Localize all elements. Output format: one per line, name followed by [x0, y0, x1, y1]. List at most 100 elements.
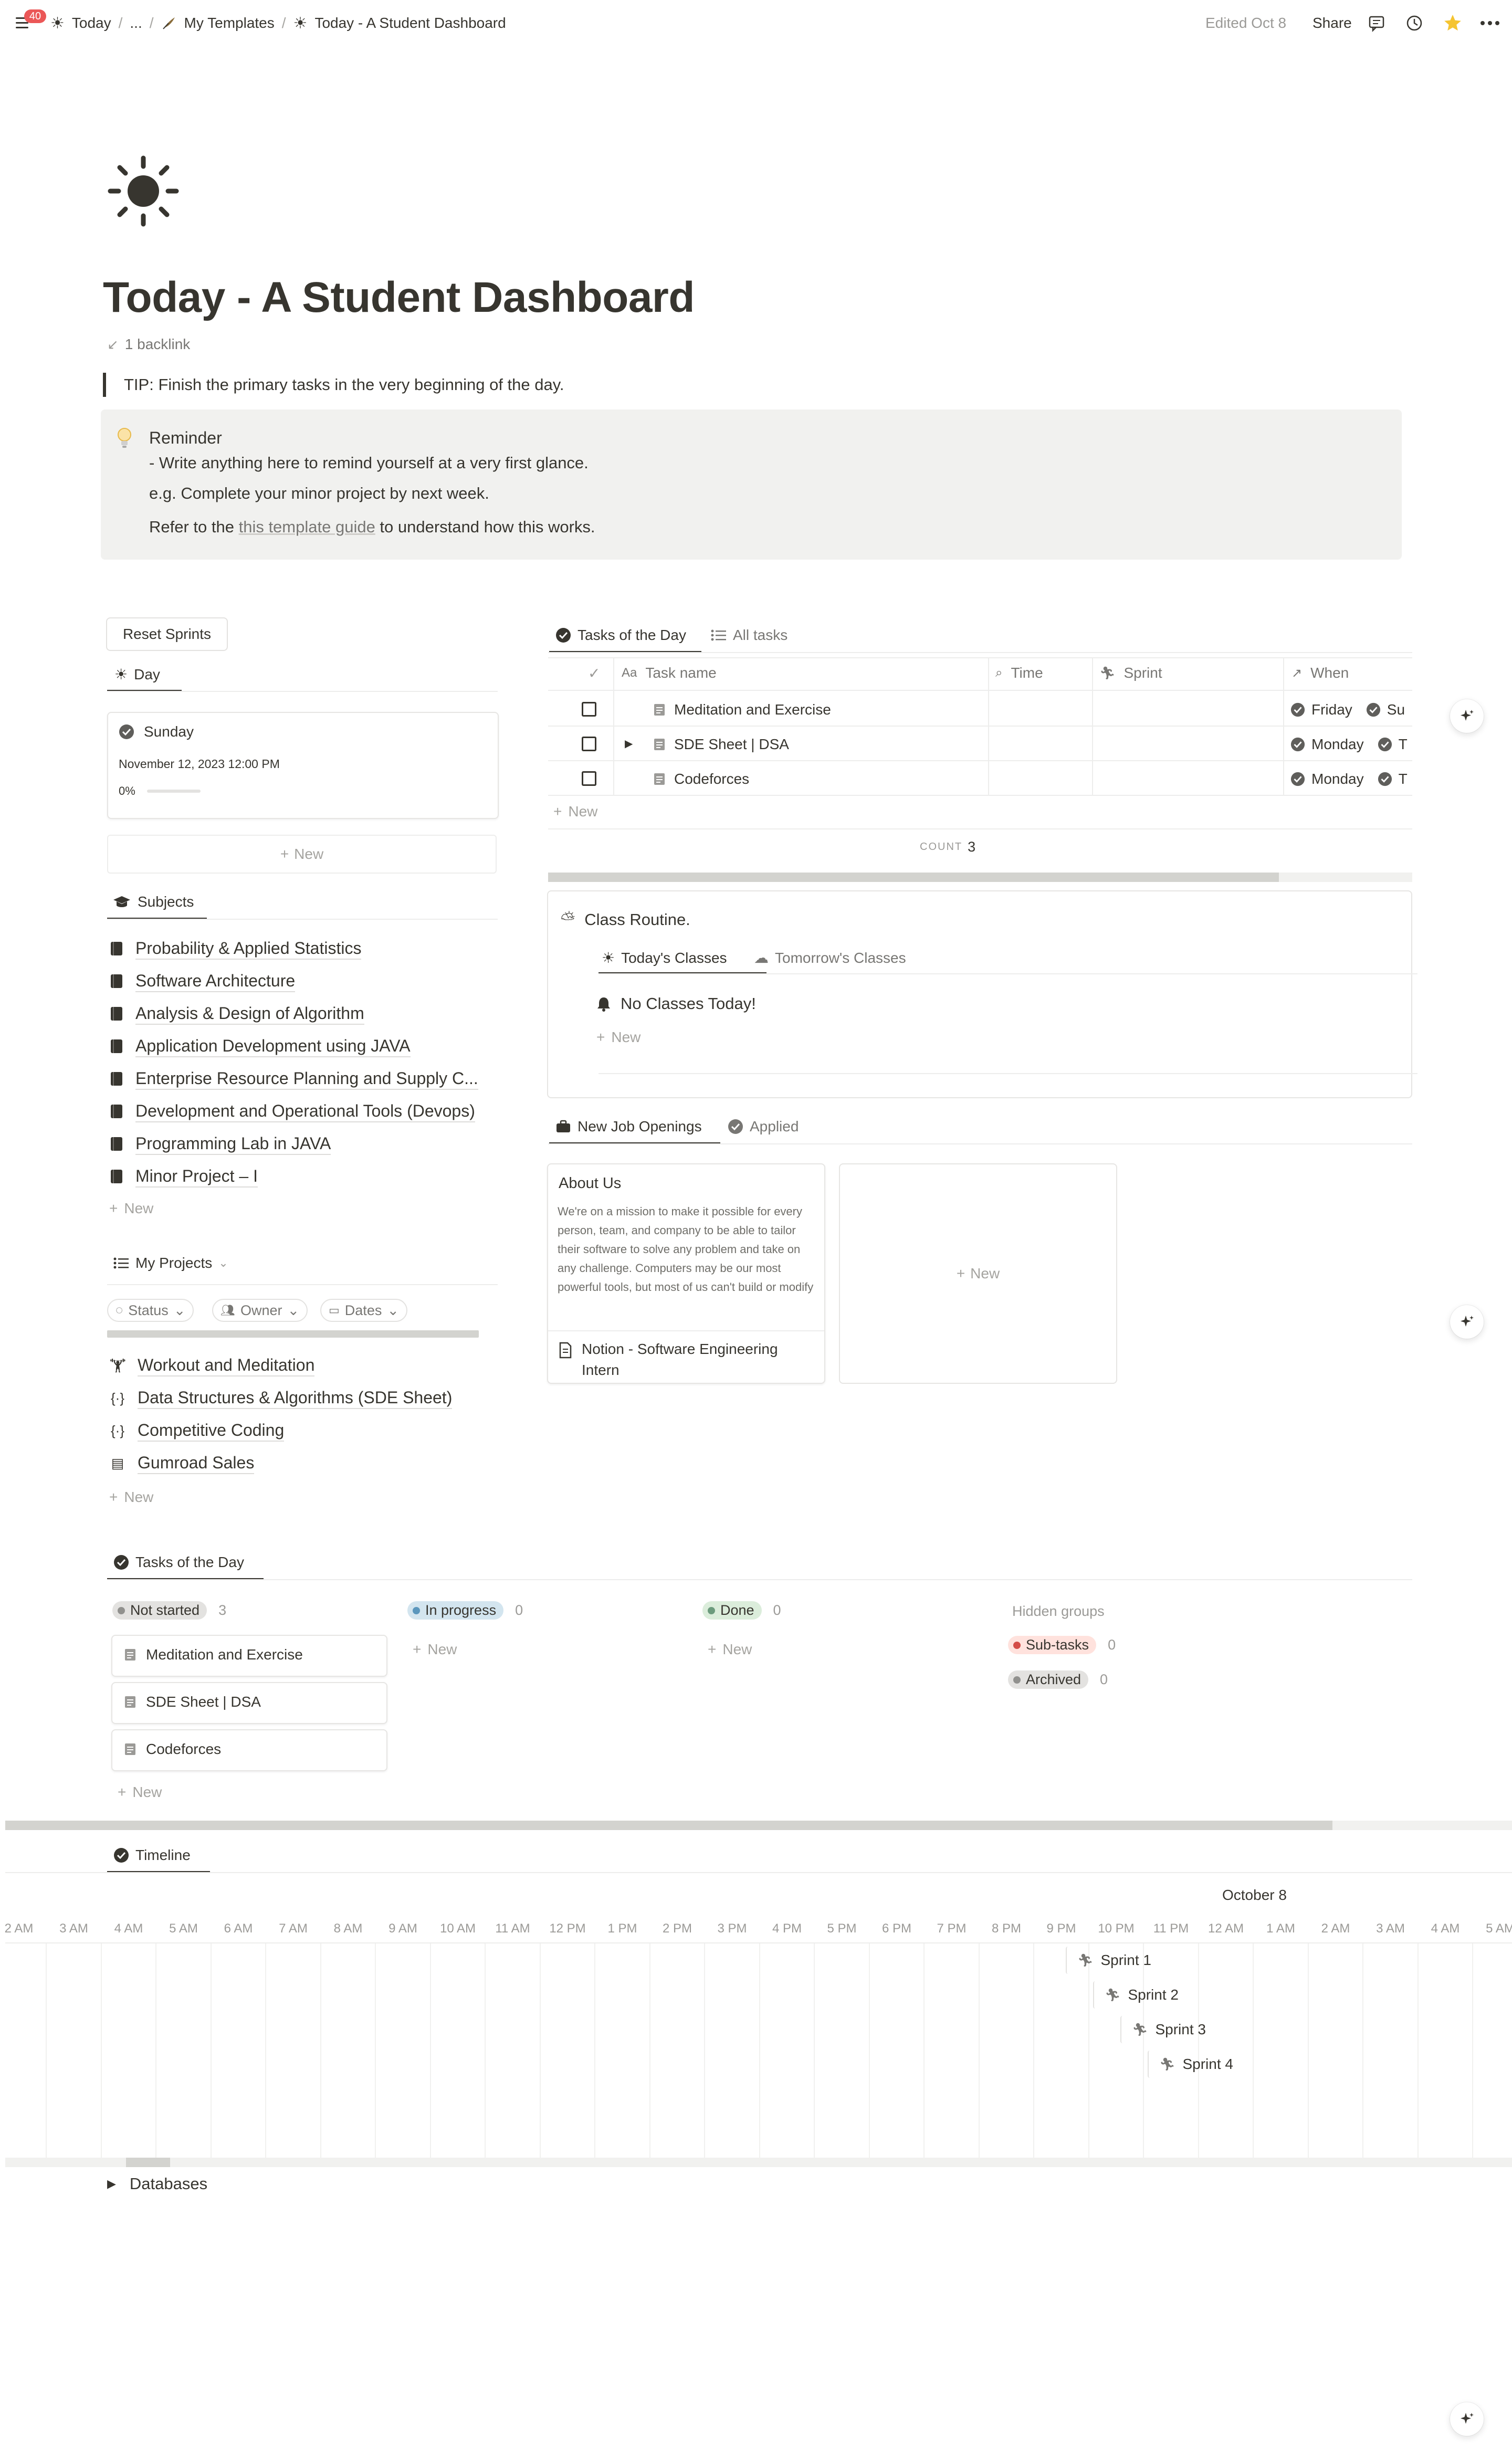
breadcrumb-separator: /	[118, 15, 123, 31]
board-card[interactable]: SDE Sheet | DSA	[111, 1682, 387, 1724]
template-guide-link[interactable]: this template guide	[239, 518, 375, 536]
subject-item[interactable]: Application Development using JAVA	[109, 1035, 411, 1057]
column-when[interactable]: ↗ When	[1292, 665, 1349, 681]
subject-item[interactable]: Minor Project – I	[109, 1165, 258, 1188]
hidden-group[interactable]: Archived 0	[1008, 1670, 1108, 1689]
subject-item[interactable]: Enterprise Resource Planning and Supply …	[109, 1068, 478, 1090]
timeline-sprint-item[interactable]: 🏃︎ Sprint 4	[1148, 2051, 1233, 2078]
timeline-sprint-item[interactable]: 🏃︎ Sprint 3	[1120, 2016, 1206, 2043]
board-card[interactable]: Meditation and Exercise	[111, 1635, 387, 1677]
share-button[interactable]: Share	[1312, 13, 1352, 34]
class-item[interactable]: No Classes Today!	[596, 994, 756, 1013]
task-checkbox[interactable]	[582, 702, 596, 717]
task-name-cell[interactable]: Codeforces	[653, 771, 749, 787]
horizontal-scrollbar[interactable]	[107, 1330, 479, 1338]
callout-line-1: - Write anything here to remind yourself…	[149, 454, 589, 472]
board-scrollbar-thumb[interactable]	[5, 1821, 1332, 1830]
column-time[interactable]: ⌕ Time	[995, 665, 1043, 681]
timeline-gridline	[429, 1943, 431, 2159]
task-when-cell[interactable]: Monday T	[1290, 736, 1408, 753]
reset-sprints-button[interactable]: Reset Sprints	[106, 617, 228, 651]
subject-item[interactable]: Development and Operational Tools (Devop…	[109, 1100, 475, 1122]
subject-item[interactable]: Programming Lab in JAVA	[109, 1133, 331, 1155]
select-all-column[interactable]: ✓	[588, 665, 600, 682]
subject-item[interactable]: Analysis & Design of Algorithm	[109, 1003, 364, 1025]
tab-tomorrows-classes[interactable]: ☁ Tomorrow's Classes	[754, 949, 906, 966]
ai-assist-button[interactable]	[1450, 1305, 1484, 1339]
new-card-button[interactable]: + New	[413, 1641, 457, 1658]
favorite-button[interactable]	[1443, 13, 1463, 34]
tab-day[interactable]: ☀ Day	[114, 666, 160, 683]
tab-timeline[interactable]: Timeline	[113, 1847, 191, 1864]
timeline-hour-label: 1 PM	[607, 1921, 637, 1936]
task-name-cell[interactable]: Meditation and Exercise	[653, 701, 831, 718]
sprint-card[interactable]: Sunday November 12, 2023 12:00 PM 0%	[107, 712, 499, 819]
breadcrumb-root[interactable]: Today	[72, 15, 111, 31]
new-card-button[interactable]: + New	[118, 1784, 162, 1801]
tab-applied[interactable]: Applied	[728, 1118, 799, 1135]
updates-button[interactable]	[1405, 13, 1424, 34]
reminder-callout[interactable]: Reminder - Write anything here to remind…	[101, 409, 1402, 560]
class-routine-title: ⛅︎ Class Routine.	[561, 909, 690, 930]
task-when-cell[interactable]: Monday T	[1290, 771, 1408, 787]
chart-icon: ▤	[111, 1455, 124, 1471]
tip-quote[interactable]: TIP: Finish the primary tasks in the ver…	[103, 373, 564, 397]
count-footer[interactable]: COUNT 3	[920, 839, 975, 855]
comments-button[interactable]	[1367, 13, 1386, 34]
breadcrumb-current[interactable]: Today - A Student Dashboard	[314, 15, 506, 31]
tab-all-tasks[interactable]: All tasks	[711, 627, 788, 644]
project-item[interactable]: 🏋︎ Workout and Meditation	[109, 1354, 315, 1376]
new-task-button[interactable]: + New	[553, 803, 597, 820]
board-group-header-2[interactable]: Done 0	[702, 1601, 781, 1620]
new-sprint-button[interactable]: + New	[107, 835, 497, 874]
tab-divider	[548, 652, 1412, 653]
new-project-button[interactable]: + New	[109, 1489, 153, 1506]
project-item[interactable]: ▤ Gumroad Sales	[109, 1452, 255, 1474]
backlinks-button[interactable]: ↙ 1 backlink	[107, 336, 190, 353]
tab-board-tasks-of-the-day[interactable]: Tasks of the Day	[113, 1554, 244, 1571]
project-item[interactable]: {·} Data Structures & Algorithms (SDE She…	[109, 1387, 453, 1409]
status-filter[interactable]: ◌ Status ⌄	[107, 1299, 194, 1322]
board-group-header-1[interactable]: In progress 0	[407, 1601, 523, 1620]
task-checkbox[interactable]	[582, 771, 596, 786]
breadcrumb-parent[interactable]: My Templates	[184, 15, 275, 31]
new-class-button[interactable]: + New	[596, 1029, 640, 1046]
task-when-cell[interactable]: Friday Su	[1290, 701, 1405, 718]
sprint-date: November 12, 2023 12:00 PM	[119, 757, 280, 771]
timeline-gridline	[210, 1943, 212, 2159]
column-task-name[interactable]: Aa Task name	[622, 665, 717, 681]
column-sprint[interactable]: 🏃︎ Sprint	[1099, 665, 1162, 681]
timeline-sprint-item[interactable]: 🏃︎ Sprint 2	[1093, 1981, 1179, 2009]
new-card-button[interactable]: + New	[708, 1641, 752, 1658]
timeline-sprint-item[interactable]: 🏃︎ Sprint 1	[1066, 1947, 1151, 1974]
hidden-group[interactable]: Sub-tasks 0	[1008, 1636, 1116, 1654]
tab-subjects[interactable]: Subjects	[112, 894, 194, 910]
subject-item[interactable]: Software Architecture	[109, 970, 296, 992]
sun-icon: ☀	[50, 14, 65, 32]
page-title[interactable]: Today - A Student Dashboard	[103, 273, 695, 322]
tab-todays-classes[interactable]: ☀ Today's Classes	[602, 949, 727, 966]
timeline-scrollbar-thumb[interactable]	[126, 2158, 170, 2167]
table-scrollbar-thumb[interactable]	[548, 873, 1279, 882]
ai-assist-button[interactable]	[1450, 699, 1484, 733]
plus-icon: +	[596, 1029, 605, 1045]
page-sun-icon[interactable]	[107, 155, 180, 227]
tab-tasks-of-the-day[interactable]: Tasks of the Day	[555, 627, 686, 644]
project-item[interactable]: {·} Competitive Coding	[109, 1420, 285, 1442]
tab-new-job-openings[interactable]: New Job Openings	[555, 1118, 702, 1135]
new-subject-button[interactable]: + New	[109, 1200, 153, 1217]
tab-my-projects[interactable]: My Projects ⌄	[113, 1255, 228, 1271]
board-card[interactable]: Codeforces	[111, 1729, 387, 1771]
task-name-cell[interactable]: SDE Sheet | DSA	[653, 736, 789, 753]
new-job-card[interactable]: + New	[839, 1163, 1117, 1384]
board-group-header-0[interactable]: Not started 3	[112, 1601, 226, 1620]
owner-filter[interactable]: 👥︎ Owner ⌄	[212, 1299, 308, 1322]
breadcrumb-ellipsis[interactable]: ...	[130, 15, 142, 31]
dates-filter[interactable]: ▭ Dates ⌄	[320, 1299, 407, 1322]
ai-assist-button[interactable]	[1450, 2402, 1484, 2436]
more-button[interactable]	[1479, 13, 1500, 34]
subject-item[interactable]: Probability & Applied Statistics	[109, 938, 362, 960]
databases-toggle[interactable]: ▶ Databases	[107, 2174, 207, 2193]
toggle-triangle-icon[interactable]: ▶	[625, 737, 633, 750]
task-checkbox[interactable]	[582, 737, 596, 751]
